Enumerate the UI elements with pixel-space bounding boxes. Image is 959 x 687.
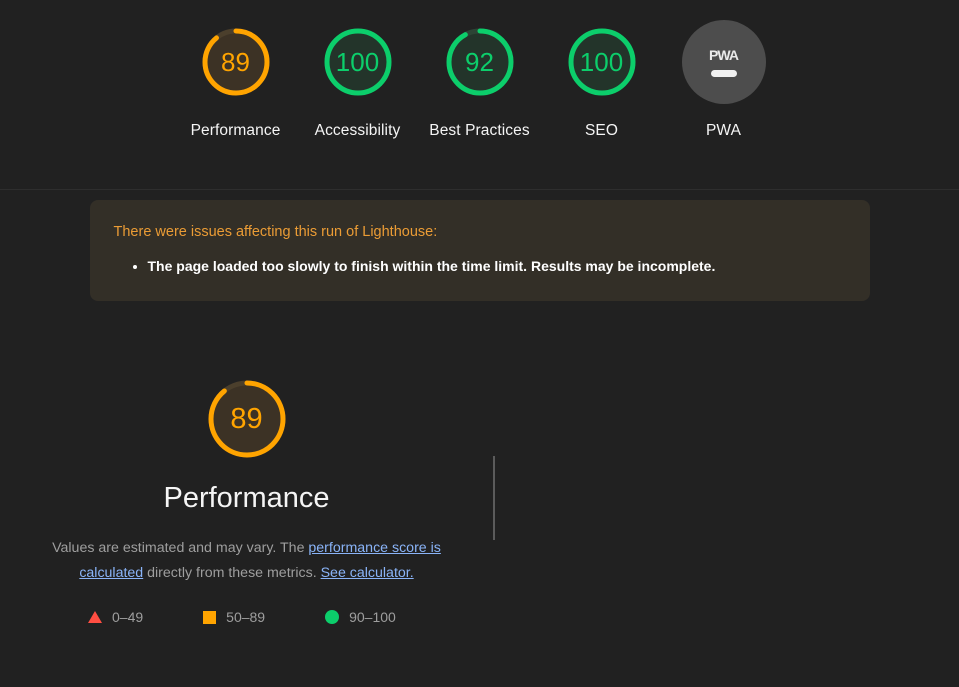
gauge-seo[interactable]: 100 SEO xyxy=(541,18,663,144)
gauge-label: SEO xyxy=(584,122,619,139)
scores-header: 89 Performance 100 Accessibility 92 Best… xyxy=(0,0,959,190)
gauge-score-value: 89 xyxy=(221,47,250,77)
pwa-badge-icon: PWA xyxy=(680,18,768,106)
pwa-dash-icon xyxy=(710,70,737,77)
gauge-score-value: 100 xyxy=(579,47,624,77)
legend-item-pass: 90–100 xyxy=(325,609,396,625)
warning-banner: There were issues affecting this run of … xyxy=(89,200,870,302)
gauge-score-value: 100 xyxy=(335,47,380,77)
pwa-badge-text: PWA xyxy=(709,47,739,63)
square-average-icon xyxy=(203,610,217,624)
section-divider xyxy=(493,456,495,541)
score-legend: 0–49 50–89 90–100 xyxy=(88,609,456,625)
gauge-arc-icon: 100 xyxy=(314,18,402,106)
legend-label: 0–49 xyxy=(112,609,144,626)
warning-title: There were issues affecting this run of … xyxy=(113,224,438,240)
gauge-best-practices[interactable]: 92 Best Practices xyxy=(419,18,541,144)
gauge-label: Best Practices xyxy=(429,122,530,139)
gauges-row: 89 Performance 100 Accessibility 92 Best… xyxy=(0,0,959,144)
performance-gauge-arc-icon[interactable]: 89 xyxy=(199,371,295,467)
performance-category-section: 89 Performance Values are estimated and … xyxy=(0,371,959,671)
gauge-arc-icon: 92 xyxy=(436,18,524,106)
description-text-part2: directly from these metrics. xyxy=(143,564,321,581)
legend-item-average: 50–89 xyxy=(203,609,265,625)
description-text-part1: Values are estimated and may vary. The xyxy=(52,540,309,557)
gauge-label: PWA xyxy=(705,122,742,139)
gauge-accessibility[interactable]: 100 Accessibility xyxy=(297,18,419,144)
circle-pass-icon xyxy=(325,610,340,625)
gauge-arc-icon: 89 xyxy=(192,18,280,106)
legend-label: 90–100 xyxy=(349,609,396,626)
gauge-arc-icon: 100 xyxy=(558,18,646,106)
warning-list: The page loaded too slowly to finish wit… xyxy=(114,256,846,277)
performance-description: Values are estimated and may vary. The p… xyxy=(47,536,447,585)
report-body: There were issues affecting this run of … xyxy=(0,200,959,671)
see-calculator-link[interactable]: See calculator. xyxy=(321,565,414,581)
gauge-pwa[interactable]: PWA PWA xyxy=(663,18,785,144)
legend-label: 50–89 xyxy=(226,609,266,626)
warning-list-item: The page loaded too slowly to finish wit… xyxy=(148,256,846,277)
gauge-label: Performance xyxy=(190,122,281,139)
page-title: Performance xyxy=(163,482,330,515)
legend-item-fail: 0–49 xyxy=(88,609,143,625)
triangle-fail-icon xyxy=(88,611,102,624)
performance-score-value: 89 xyxy=(230,402,263,435)
gauge-label: Accessibility xyxy=(314,122,401,139)
performance-summary: 89 Performance Values are estimated and … xyxy=(0,371,493,585)
gauge-performance[interactable]: 89 Performance xyxy=(175,18,297,144)
gauge-score-value: 92 xyxy=(465,47,494,77)
